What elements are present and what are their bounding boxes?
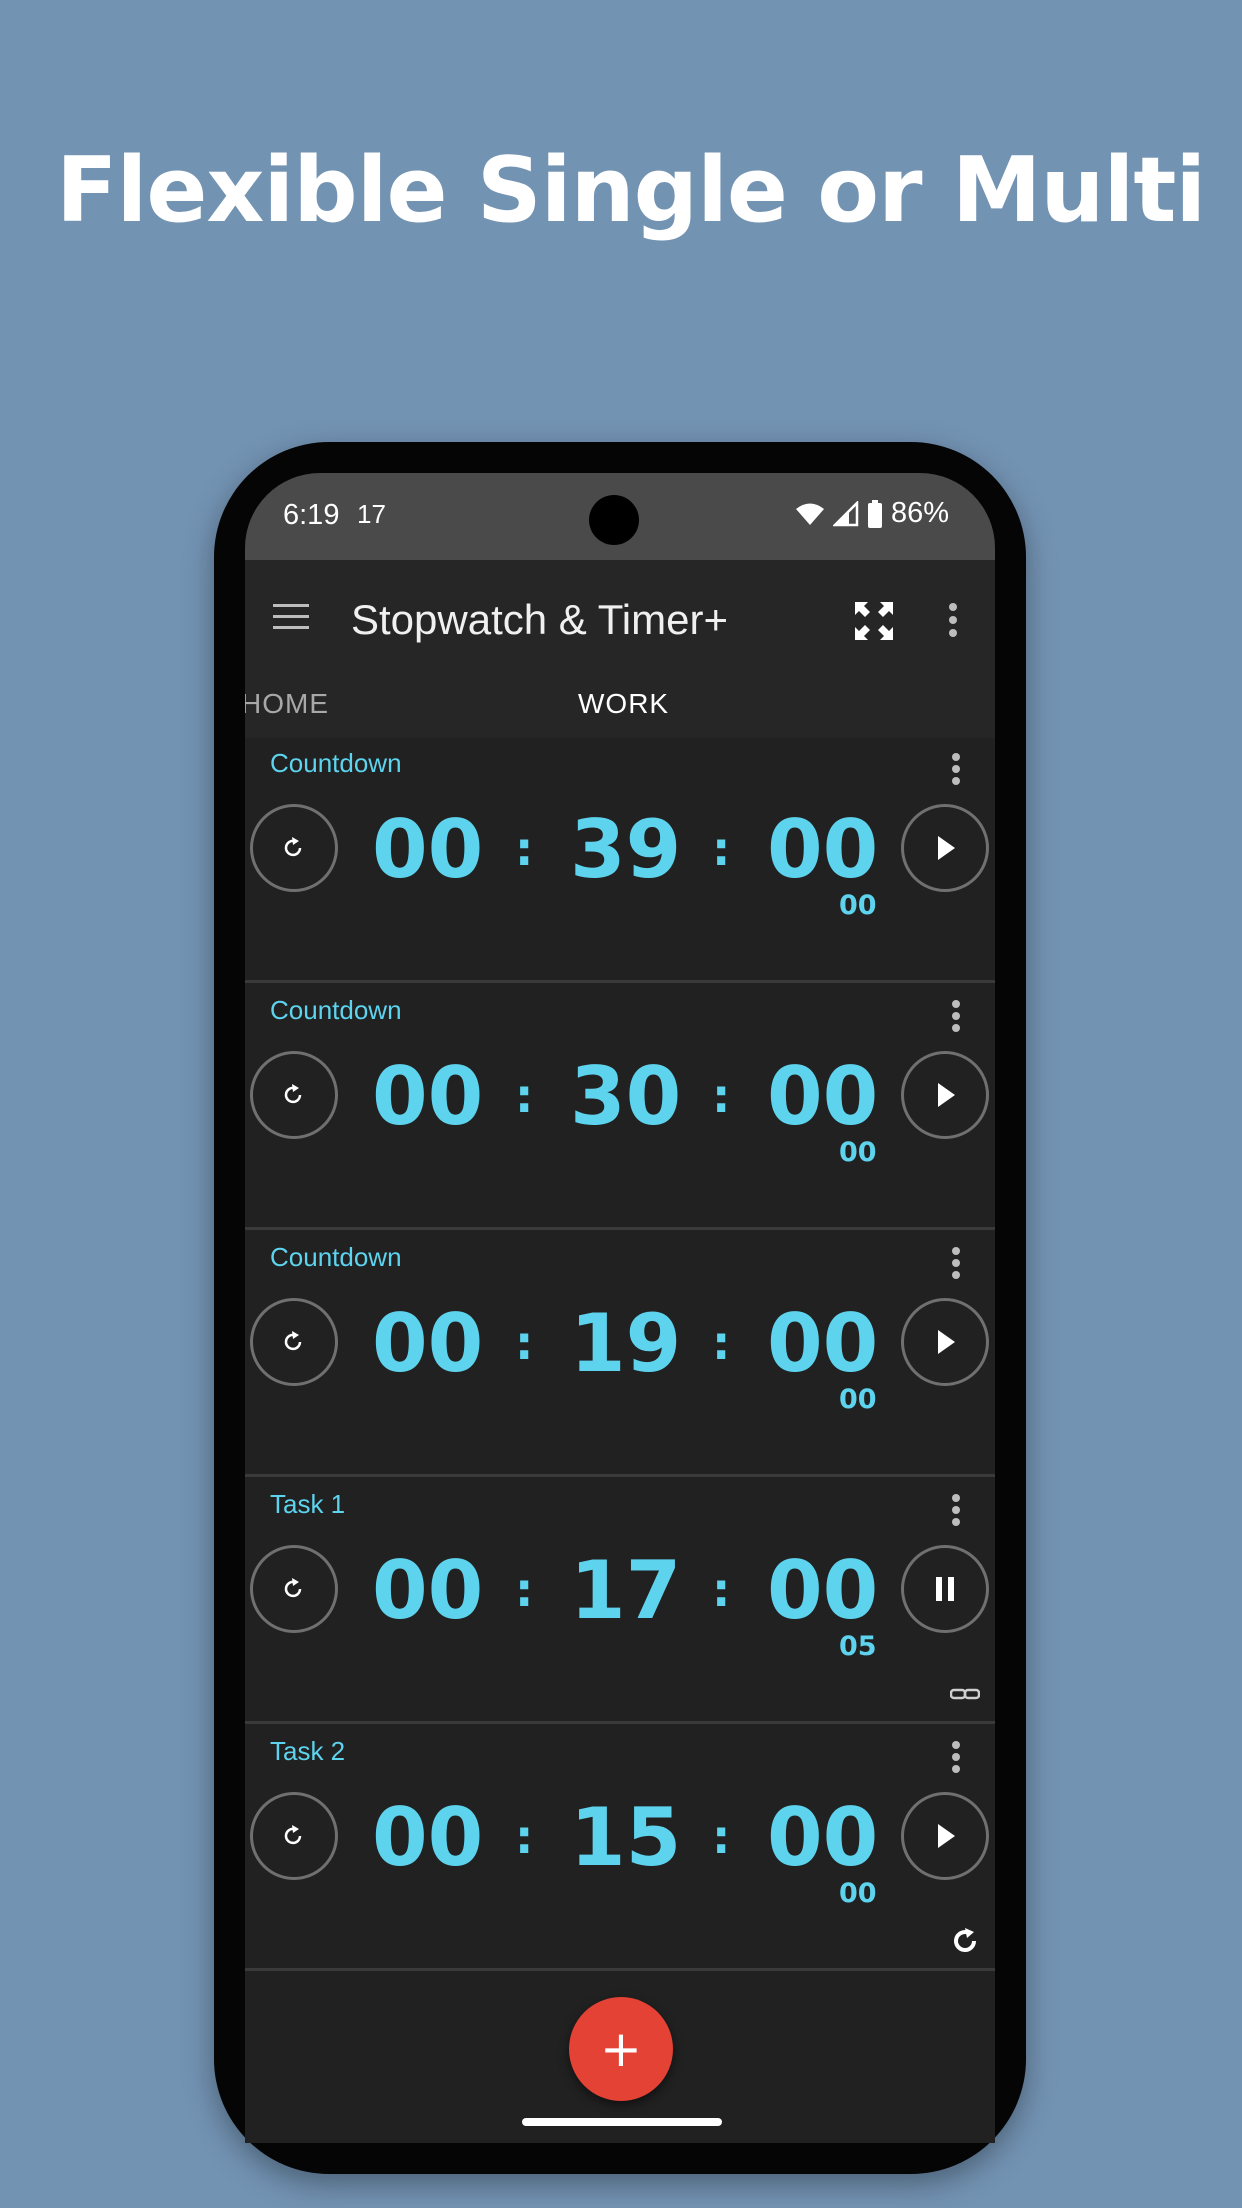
timer-card[interactable]: Countdown 00:39:00 00 <box>245 738 995 983</box>
timer-hours[interactable]: 00 <box>372 1798 483 1878</box>
timer-card[interactable]: Task 1 00:17:00 05 <box>245 1479 995 1724</box>
add-icon: + <box>600 2020 642 2078</box>
reset-icon <box>284 1084 302 1104</box>
link-icon[interactable] <box>950 1679 980 1709</box>
play-icon <box>938 1330 955 1354</box>
timer-card[interactable]: Countdown 00:19:00 00 <box>245 1232 995 1477</box>
reset-button[interactable] <box>250 1298 338 1386</box>
home-indicator[interactable] <box>522 2118 722 2126</box>
timer-hours[interactable]: 00 <box>372 810 483 890</box>
reset-button[interactable] <box>250 1051 338 1139</box>
reset-button[interactable] <box>250 1792 338 1880</box>
time-separator: : <box>515 822 534 876</box>
phone-screen: 6:19 17 86% Stopwatch & Timer+ HOME WORK… <box>245 473 995 2143</box>
timer-minutes[interactable]: 17 <box>570 1551 681 1631</box>
more-vert-icon[interactable] <box>947 602 959 638</box>
reset-icon <box>284 1578 302 1598</box>
play-button[interactable] <box>901 1792 989 1880</box>
timer-hundredths: 05 <box>839 1631 877 1662</box>
status-time: 6:19 <box>283 499 340 531</box>
timer-hours[interactable]: 00 <box>372 1304 483 1384</box>
headline: Flexible Single or Multi <box>56 138 1206 243</box>
play-button[interactable] <box>901 804 989 892</box>
timer-list: Countdown 00:39:00 00 Countdown 00:30:00 00 Co… <box>245 738 995 1971</box>
repeat-icon[interactable] <box>950 1926 980 1956</box>
time-separator: : <box>712 1316 731 1370</box>
timer-label[interactable]: Countdown <box>270 995 402 1026</box>
time-separator: : <box>712 822 731 876</box>
time-separator: : <box>712 1069 731 1123</box>
timer-label[interactable]: Countdown <box>270 1242 402 1273</box>
calendar-notification-icon: 17 <box>357 499 386 529</box>
timer-seconds[interactable]: 00 <box>767 1798 878 1878</box>
battery-percent: 86% <box>890 497 949 529</box>
timer-minutes[interactable]: 15 <box>570 1798 681 1878</box>
play-icon <box>938 1824 955 1848</box>
play-button[interactable] <box>901 1298 989 1386</box>
timer-hours[interactable]: 00 <box>372 1551 483 1631</box>
timer-label[interactable]: Task 1 <box>270 1489 345 1520</box>
pause-button[interactable] <box>901 1545 989 1633</box>
wifi-icon <box>795 503 824 525</box>
timer-more-icon[interactable] <box>951 752 961 786</box>
timer-label[interactable]: Countdown <box>270 748 402 779</box>
timer-minutes[interactable]: 30 <box>570 1057 681 1137</box>
timer-seconds[interactable]: 00 <box>767 1551 878 1631</box>
timer-more-icon[interactable] <box>951 1246 961 1280</box>
tab-home[interactable]: HOME <box>245 688 329 720</box>
hamburger-icon[interactable] <box>273 604 309 630</box>
time-separator: : <box>515 1563 534 1617</box>
reset-icon <box>284 837 302 857</box>
play-icon <box>938 836 955 860</box>
front-camera <box>589 495 639 545</box>
battery-icon <box>867 499 882 528</box>
timer-seconds[interactable]: 00 <box>767 1304 878 1384</box>
status-bar: 6:19 17 86% <box>245 473 995 560</box>
fullscreen-icon[interactable] <box>853 600 895 642</box>
timer-hundredths: 00 <box>839 1137 877 1168</box>
tab-bar: HOME WORK <box>245 680 995 738</box>
timer-seconds[interactable]: 00 <box>767 1057 878 1137</box>
timer-hours[interactable]: 00 <box>372 1057 483 1137</box>
timer-more-icon[interactable] <box>951 1740 961 1774</box>
timer-minutes[interactable]: 19 <box>570 1304 681 1384</box>
play-button[interactable] <box>901 1051 989 1139</box>
signal-icon <box>832 500 859 526</box>
timer-card[interactable]: Countdown 00:30:00 00 <box>245 985 995 1230</box>
timer-card[interactable]: Task 2 00:15:00 00 <box>245 1726 995 1971</box>
timer-label[interactable]: Task 2 <box>270 1736 345 1767</box>
timer-hundredths: 00 <box>839 890 877 921</box>
time-separator: : <box>712 1810 731 1864</box>
time-separator: : <box>515 1810 534 1864</box>
play-icon <box>938 1083 955 1107</box>
timer-hundredths: 00 <box>839 1384 877 1415</box>
reset-button[interactable] <box>250 1545 338 1633</box>
phone-frame: 6:19 17 86% Stopwatch & Timer+ HOME WORK… <box>214 442 1026 2174</box>
reset-icon <box>284 1331 302 1351</box>
tab-work[interactable]: WORK <box>578 688 669 720</box>
timer-more-icon[interactable] <box>951 999 961 1033</box>
timer-minutes[interactable]: 39 <box>570 810 681 890</box>
time-separator: : <box>515 1316 534 1370</box>
reset-icon <box>284 1825 302 1845</box>
timer-hundredths: 00 <box>839 1878 877 1909</box>
timer-more-icon[interactable] <box>951 1493 961 1527</box>
app-bar: Stopwatch & Timer+ <box>245 560 995 680</box>
add-timer-button[interactable]: + <box>569 1997 673 2101</box>
app-title: Stopwatch & Timer+ <box>351 596 728 643</box>
pause-icon <box>936 1577 954 1601</box>
time-separator: : <box>515 1069 534 1123</box>
timer-seconds[interactable]: 00 <box>767 810 878 890</box>
status-indicators: 86% <box>795 497 949 530</box>
reset-button[interactable] <box>250 804 338 892</box>
time-separator: : <box>712 1563 731 1617</box>
